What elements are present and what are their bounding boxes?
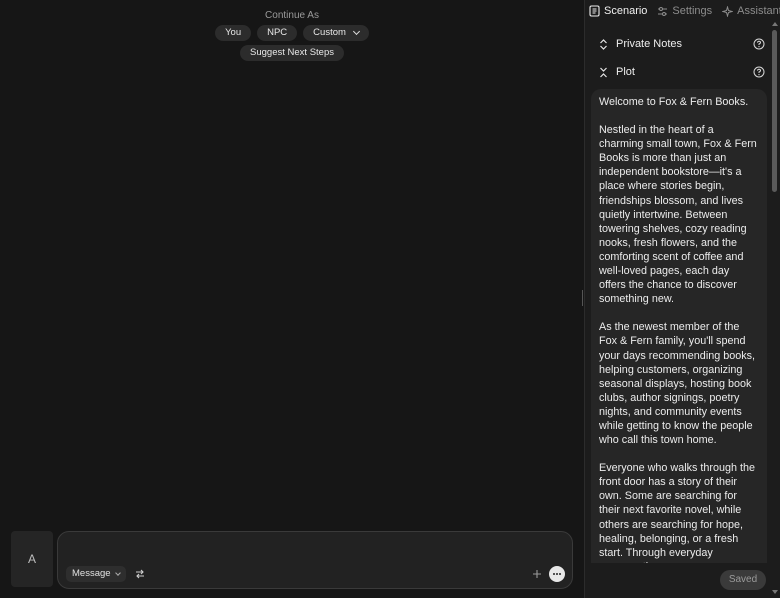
- continue-as-options: You NPC Custom: [0, 25, 584, 41]
- tab-settings[interactable]: Settings: [657, 5, 712, 17]
- chevron-down-icon: [352, 27, 360, 36]
- section-plot[interactable]: Plot: [585, 62, 771, 82]
- expand-icon: [600, 38, 607, 50]
- plot-paragraph: Nestled in the heart of a charming small…: [599, 124, 757, 306]
- chat-area: Continue As You NPC Custom Suggest Next …: [0, 0, 584, 598]
- panel-scrollbar-thumb[interactable]: [772, 30, 777, 192]
- section-private-notes[interactable]: Private Notes: [585, 34, 771, 54]
- saved-button[interactable]: Saved: [720, 570, 766, 590]
- tab-assistant[interactable]: Assistant: [722, 5, 780, 17]
- sparkle-icon: [722, 5, 734, 17]
- message-composer[interactable]: Message: [57, 531, 573, 589]
- avatar[interactable]: A: [11, 531, 53, 587]
- plus-icon[interactable]: [532, 569, 542, 579]
- scroll-down-arrow[interactable]: [772, 590, 778, 594]
- document-icon: [589, 5, 600, 17]
- sliders-icon: [658, 6, 668, 16]
- plot-paragraph: Welcome to Fox & Fern Books.: [599, 96, 749, 108]
- suggest-next-steps-button[interactable]: Suggest Next Steps: [240, 45, 344, 61]
- plot-paragraph: As the newest member of the Fox & Fern f…: [599, 321, 756, 447]
- continue-as-you-button[interactable]: You: [215, 25, 252, 41]
- swap-icon[interactable]: [134, 568, 146, 580]
- help-icon[interactable]: [753, 66, 765, 78]
- message-mode-select[interactable]: Message: [66, 566, 126, 582]
- continue-as-label: Continue As: [265, 10, 319, 21]
- ellipsis-icon: [553, 573, 561, 575]
- scroll-up-arrow[interactable]: [772, 22, 778, 26]
- continue-as-custom-dropdown[interactable]: Custom: [303, 25, 369, 41]
- chevron-down-icon: [114, 569, 121, 576]
- tab-scenario[interactable]: Scenario: [589, 5, 647, 17]
- side-panel: Scenario Settings Assistant Private Note…: [584, 0, 780, 598]
- panel-tabs: Scenario Settings Assistant: [585, 0, 780, 22]
- collapse-icon: [600, 67, 607, 77]
- plot-paragraph: Everyone who walks through the front doo…: [599, 462, 756, 563]
- continue-as-npc-button[interactable]: NPC: [257, 25, 298, 41]
- more-options-button[interactable]: [549, 566, 565, 582]
- help-icon[interactable]: [753, 38, 765, 50]
- plot-textarea[interactable]: Welcome to Fox & Fern Books. Nestled in …: [591, 89, 767, 563]
